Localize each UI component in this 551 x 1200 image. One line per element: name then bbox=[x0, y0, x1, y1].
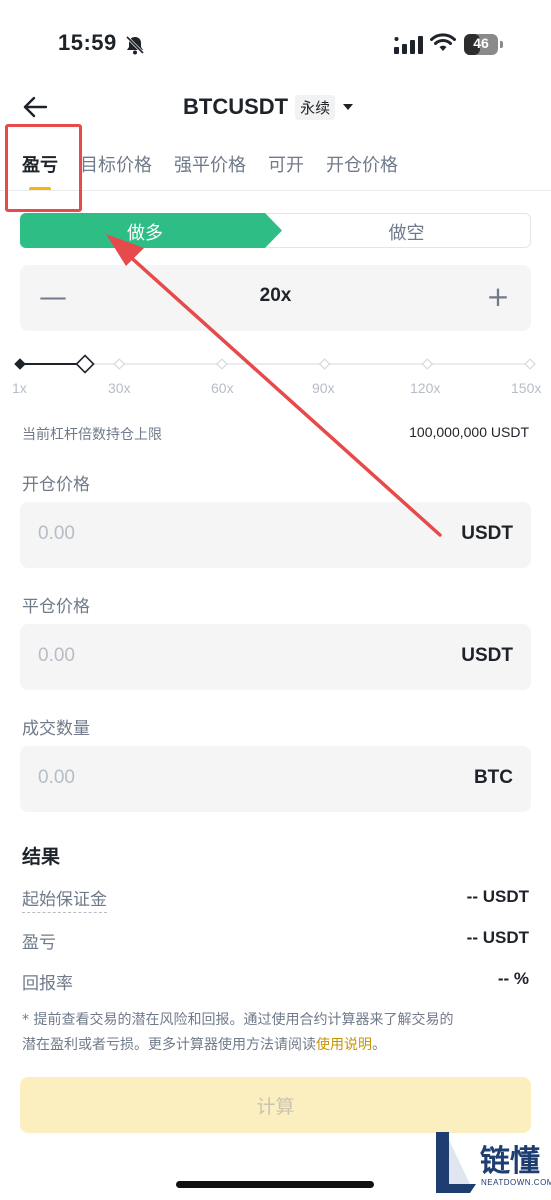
quantity-input[interactable]: 0.00 bbox=[38, 767, 75, 789]
battery-icon: 46 bbox=[464, 34, 504, 56]
status-time: 15:59 bbox=[58, 30, 117, 55]
tab-liquidation-price[interactable]: 强平价格 bbox=[174, 151, 246, 177]
caret-down-icon bbox=[343, 104, 354, 110]
watermark-subtext: NEATDOWN.COM bbox=[481, 1178, 551, 1187]
slider-tick-mark bbox=[524, 358, 536, 370]
calculate-label: 计算 bbox=[256, 1096, 295, 1118]
slider-track bbox=[14, 354, 536, 374]
bell-muted-icon bbox=[125, 35, 145, 55]
slider-tick-mark bbox=[318, 358, 331, 370]
tick-label: 150x bbox=[511, 380, 542, 396]
pnl-value: -- USDT bbox=[466, 928, 529, 947]
exit-price-input[interactable]: 0.00 bbox=[38, 645, 75, 667]
battery-percent: 46 bbox=[473, 35, 489, 51]
leverage-slider[interactable]: 1x 30x 60x 90x 120x 150x bbox=[0, 350, 551, 400]
tab-open-price[interactable]: 开仓价格 bbox=[326, 151, 398, 177]
initial-margin-label[interactable]: 起始保证金 bbox=[22, 885, 107, 913]
quantity-unit: BTC bbox=[473, 767, 513, 788]
back-arrow-icon[interactable] bbox=[22, 96, 48, 118]
leverage-value[interactable]: 20x bbox=[20, 285, 531, 307]
usage-guide-link[interactable]: 使用说明 bbox=[316, 1037, 372, 1053]
symbol-selector[interactable]: BTCUSDT 永续 bbox=[183, 94, 354, 120]
slider-tick-mark bbox=[113, 358, 126, 370]
note-text-2: 潜在盈利或者亏损。更多计算器使用方法请阅读 bbox=[22, 1037, 316, 1053]
disclaimer-note: * 提前查看交易的潜在风险和回报。通过使用合约计算器来了解交易的 潜在盈利或者亏… bbox=[22, 1008, 530, 1058]
home-indicator bbox=[176, 1181, 374, 1188]
note-text-1: * 提前查看交易的潜在风险和回报。通过使用合约计算器来了解交易的 bbox=[22, 1012, 454, 1028]
slider-tick-mark bbox=[14, 358, 26, 370]
short-button[interactable]: 做空 bbox=[282, 219, 531, 245]
pnl-label: 盈亏 bbox=[22, 933, 56, 953]
tabs-divider bbox=[0, 190, 551, 191]
tick-label: 90x bbox=[312, 380, 335, 396]
entry-price-unit: USDT bbox=[461, 523, 513, 544]
quantity-label: 成交数量 bbox=[22, 719, 90, 739]
watermark-text: 链懂 bbox=[480, 1144, 540, 1179]
calculate-button[interactable]: 计算 bbox=[20, 1077, 531, 1133]
tick-label: 120x bbox=[410, 380, 441, 396]
slider-tick-mark bbox=[421, 358, 434, 370]
roe-label: 回报率 bbox=[22, 974, 73, 994]
initial-margin-value: -- USDT bbox=[466, 887, 529, 906]
watermark-logo-icon bbox=[436, 1132, 476, 1193]
side-toggle: 做多 做空 bbox=[20, 213, 531, 248]
contract-type-badge: 永续 bbox=[295, 94, 336, 120]
position-cap-label: 当前杠杆倍数持仓上限 bbox=[22, 427, 162, 443]
exit-price-label: 平仓价格 bbox=[22, 597, 90, 617]
tick-label: 30x bbox=[108, 380, 131, 396]
tick-label: 60x bbox=[211, 380, 234, 396]
entry-price-input[interactable]: 0.00 bbox=[38, 523, 75, 545]
tick-label: 1x bbox=[12, 380, 27, 396]
entry-price-label: 开仓价格 bbox=[22, 475, 90, 495]
leverage-stepper: — 20x + bbox=[20, 265, 531, 331]
tab-target-price[interactable]: 目标价格 bbox=[80, 151, 152, 177]
position-cap-value: 100,000,000 USDT bbox=[409, 424, 529, 440]
quantity-field[interactable]: 0.00 BTC bbox=[20, 746, 531, 812]
cellular-signal-icon bbox=[394, 36, 423, 54]
exit-price-field[interactable]: 0.00 USDT bbox=[20, 624, 531, 690]
increase-leverage-button[interactable]: + bbox=[483, 279, 513, 315]
roe-value: -- % bbox=[497, 969, 529, 988]
result-title: 结果 bbox=[22, 846, 61, 868]
note-end: 。 bbox=[372, 1037, 386, 1053]
annotation-highlight-box bbox=[5, 124, 82, 212]
page-title: BTCUSDT bbox=[183, 94, 289, 119]
wifi-icon bbox=[430, 33, 456, 51]
long-label: 做多 bbox=[127, 223, 163, 244]
slider-handle[interactable] bbox=[75, 354, 95, 374]
slider-tick-mark bbox=[216, 358, 228, 370]
exit-price-unit: USDT bbox=[461, 645, 513, 666]
entry-price-field[interactable]: 0.00 USDT bbox=[20, 502, 531, 568]
tab-max-open[interactable]: 可开 bbox=[268, 151, 304, 177]
